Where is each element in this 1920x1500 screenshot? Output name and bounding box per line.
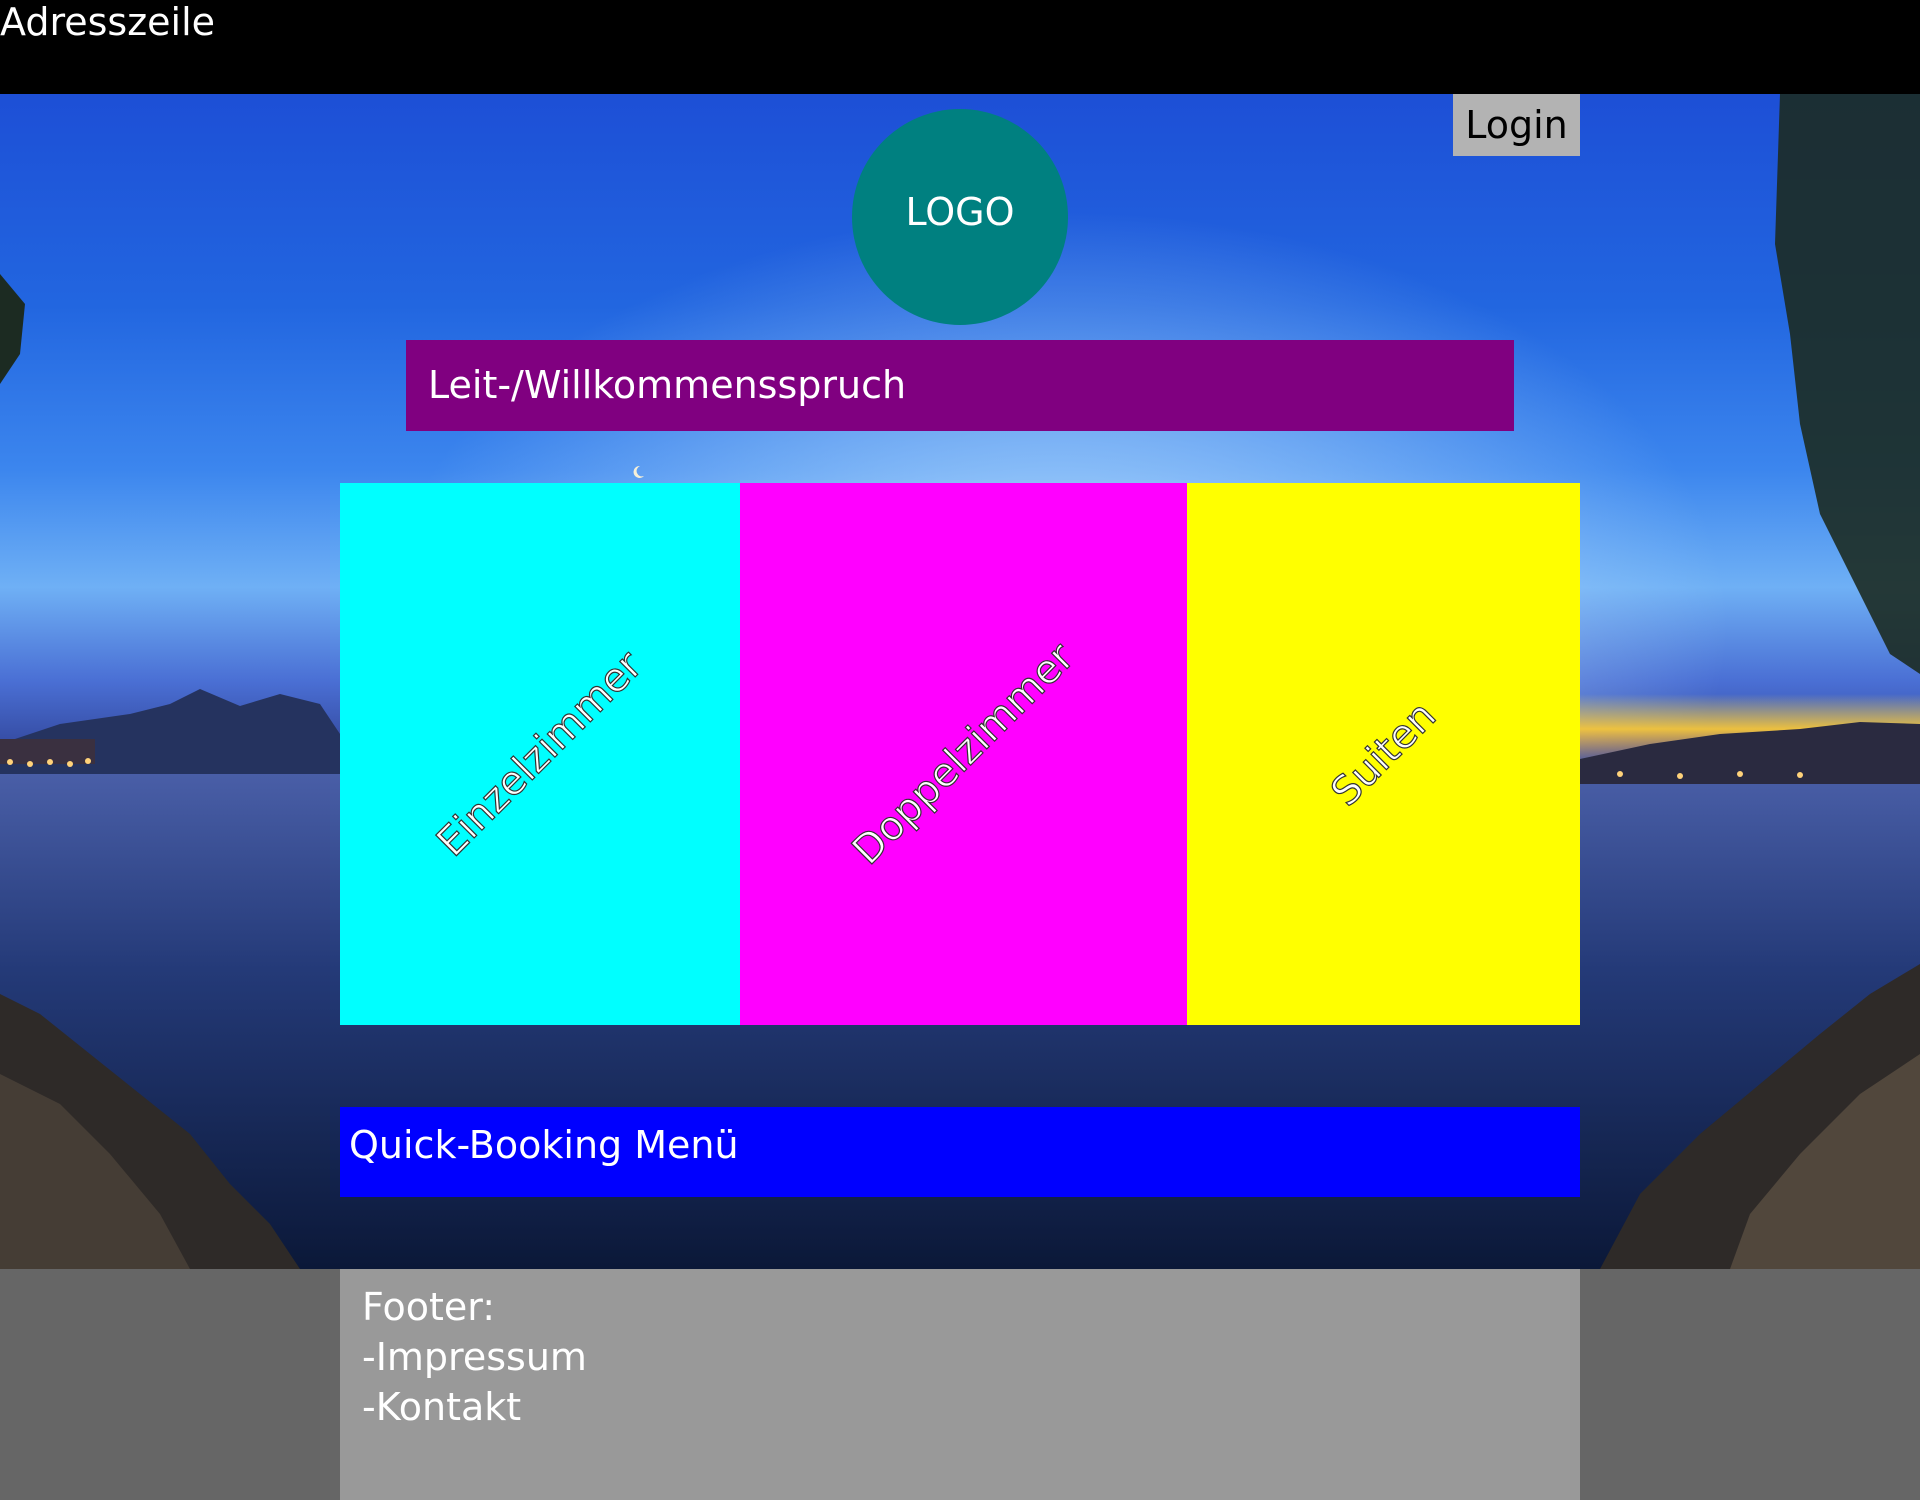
slogan-banner: Leit-/Willkommensspruch (406, 340, 1514, 431)
room-tile-single[interactable]: Einzelzimmer (340, 483, 740, 1025)
login-button[interactable]: Login (1453, 94, 1580, 156)
footer-link-impressum[interactable]: -Impressum (362, 1332, 1580, 1382)
room-tile-label: Einzelzimmer (428, 642, 652, 866)
logo-text: LOGO (905, 190, 1015, 234)
footer-link-kontakt[interactable]: -Kontakt (362, 1382, 1580, 1432)
page: Adresszeile Login LOGO Leit-/Willkommens… (0, 0, 1920, 1500)
room-tile-label: Doppelzimmer (843, 634, 1084, 875)
room-tile-suite[interactable]: Suiten (1187, 483, 1580, 1025)
address-bar-text: Adresszeile (0, 0, 216, 44)
quick-booking-menu[interactable]: Quick-Booking Menü (340, 1107, 1580, 1197)
address-bar[interactable]: Adresszeile (0, 0, 1920, 95)
footer-title: Footer: (362, 1285, 496, 1329)
room-tile-double[interactable]: Doppelzimmer (740, 483, 1187, 1025)
room-tile-label: Suiten (1322, 692, 1446, 816)
logo[interactable]: LOGO (852, 109, 1068, 325)
footer: Footer: -Impressum -Kontakt (340, 1269, 1580, 1500)
